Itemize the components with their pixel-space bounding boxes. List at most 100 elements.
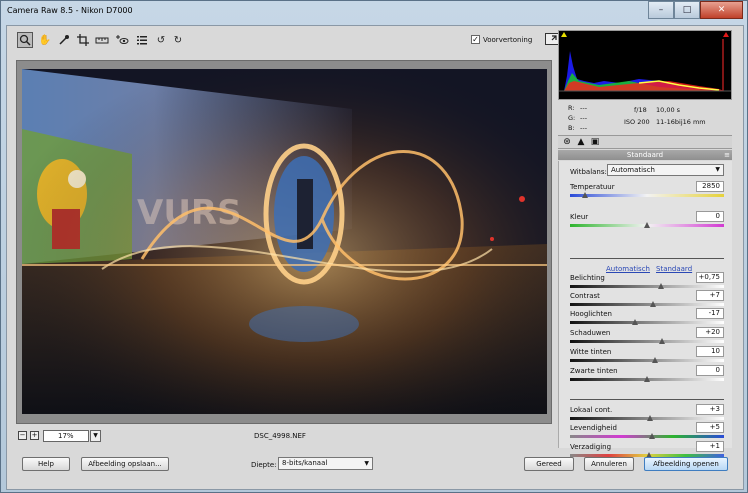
- slider-track[interactable]: [570, 303, 724, 306]
- zoom-in-button[interactable]: +: [30, 431, 39, 440]
- slider-track[interactable]: [570, 435, 724, 438]
- slider-label: Schaduwen: [570, 329, 611, 337]
- zoom-dropdown[interactable]: ▼: [90, 430, 101, 442]
- slider-thumb[interactable]: [650, 301, 657, 307]
- slider-thumb[interactable]: [631, 319, 638, 325]
- white-balance-select[interactable]: Automatisch ▼: [607, 164, 724, 176]
- slider-label: Witte tinten: [570, 348, 612, 356]
- slider-value-field[interactable]: +5: [696, 422, 724, 433]
- r-value: ---: [580, 104, 588, 112]
- window-controls: – □ ✕: [648, 1, 743, 19]
- slider-value-field[interactable]: 10: [696, 346, 724, 357]
- aperture-value: f/18: [634, 106, 647, 114]
- depth-value: 8-bits/kanaal: [282, 459, 328, 467]
- hand-icon[interactable]: ✋: [37, 32, 53, 48]
- slider-track[interactable]: [570, 285, 724, 288]
- slider-thumb[interactable]: [651, 357, 658, 363]
- maximize-button[interactable]: □: [674, 1, 700, 19]
- r-label: R:: [568, 104, 575, 112]
- panel-title: Standaard: [626, 151, 664, 159]
- red-eye-icon[interactable]: [114, 32, 130, 48]
- lens-value: 11-16bij16 mm: [656, 118, 706, 126]
- white-balance-label: Witbalans:: [570, 168, 607, 176]
- slider-label: Temperatuur: [570, 183, 615, 191]
- presets-list-icon[interactable]: [134, 32, 150, 48]
- zoom-level-field[interactable]: 17%: [43, 430, 89, 442]
- zoom-icon[interactable]: [17, 32, 33, 48]
- detail-icon[interactable]: ▣: [589, 137, 601, 148]
- slider-track[interactable]: [570, 340, 724, 343]
- auto-link[interactable]: Automatisch: [606, 265, 650, 273]
- slider-thumb[interactable]: [657, 283, 664, 289]
- canvas-status-bar: − + 17% ▼ DSC_4998.NEF: [16, 430, 552, 444]
- rotate-right-icon[interactable]: ↻: [170, 32, 186, 48]
- help-button[interactable]: Help: [22, 457, 70, 471]
- section-divider: [570, 258, 724, 259]
- slider-value-field[interactable]: 0: [696, 365, 724, 376]
- slider-thumb[interactable]: [644, 222, 650, 228]
- slider-value-field[interactable]: +0,75: [696, 272, 724, 283]
- preview-checkbox[interactable]: ✓ Voorvertoning: [471, 35, 532, 44]
- slider-thumb[interactable]: [644, 376, 650, 382]
- slider-track[interactable]: [570, 359, 724, 362]
- straighten-icon[interactable]: [94, 32, 110, 48]
- panel-header: Standaard ≡: [558, 150, 732, 160]
- slider-track[interactable]: [570, 194, 724, 197]
- maximize-icon: □: [682, 5, 692, 15]
- slider-thumb[interactable]: [659, 338, 666, 344]
- slider-thumb[interactable]: [648, 433, 655, 439]
- slider-zwarte-tinten: Zwarte tinten 0: [570, 365, 724, 386]
- chevron-down-icon: ▼: [364, 460, 369, 467]
- slider-kleur: Kleur 0: [570, 211, 724, 232]
- minimize-button[interactable]: –: [648, 1, 674, 19]
- chevron-down-icon: ▼: [715, 166, 720, 173]
- depth-select[interactable]: 8-bits/kanaal ▼: [278, 457, 373, 470]
- shadow-clip-warning-icon[interactable]: [561, 32, 567, 37]
- white-balance-value: Automatisch: [611, 166, 655, 174]
- default-link[interactable]: Standaard: [656, 265, 692, 273]
- adjustments-panel: R: --- G: --- B: --- f/18 10,00 s ISO 20…: [558, 30, 743, 458]
- window-title: Camera Raw 8.5 - Nikon D7000: [7, 6, 133, 15]
- image-canvas[interactable]: VURS: [16, 60, 552, 424]
- slider-thumb[interactable]: [647, 415, 654, 421]
- slider-value-field[interactable]: 0: [696, 211, 724, 222]
- crop-icon[interactable]: [75, 32, 91, 48]
- close-button[interactable]: ✕: [700, 1, 743, 19]
- section-divider: [570, 399, 724, 400]
- fullscreen-icon[interactable]: [545, 33, 559, 45]
- dialog-footer: Help Afbeelding opslaan... Diepte: 8-bit…: [7, 450, 745, 490]
- slider-thumb[interactable]: [582, 192, 589, 198]
- minimize-icon: –: [658, 5, 664, 15]
- g-value: ---: [580, 114, 588, 122]
- histogram: [558, 30, 732, 100]
- rotate-left-icon[interactable]: ↺: [153, 32, 169, 48]
- basic-icon[interactable]: ⊛: [561, 137, 573, 148]
- panel-menu-icon[interactable]: ≡: [724, 150, 730, 160]
- white-balance-icon[interactable]: [56, 32, 72, 48]
- image-filename: DSC_4998.NEF: [254, 432, 306, 440]
- slider-value-field[interactable]: +20: [696, 327, 724, 338]
- open-image-button[interactable]: Afbeelding openen: [644, 457, 728, 471]
- zoom-out-button[interactable]: −: [18, 431, 27, 440]
- chevron-down-icon: ▼: [93, 432, 98, 439]
- save-image-button[interactable]: Afbeelding opslaan...: [81, 457, 169, 471]
- slider-label: Zwarte tinten: [570, 367, 618, 375]
- iso-value: ISO 200: [624, 118, 650, 126]
- panel-tabs: ⊛ ▲ ▣: [558, 135, 732, 149]
- done-button[interactable]: Gereed: [524, 457, 574, 471]
- g-label: G:: [568, 114, 576, 122]
- tone-curve-icon[interactable]: ▲: [575, 137, 587, 148]
- b-value: ---: [580, 124, 588, 132]
- preview-label: Voorvertoning: [483, 35, 533, 44]
- slider-track[interactable]: [570, 321, 724, 324]
- preview-checkbox-box[interactable]: ✓: [471, 35, 480, 44]
- slider-value-field[interactable]: +3: [696, 404, 724, 415]
- slider-value-field[interactable]: 2850: [696, 181, 724, 192]
- slider-value-field[interactable]: +7: [696, 290, 724, 301]
- slider-value-field[interactable]: -17: [696, 308, 724, 319]
- slider-label: Contrast: [570, 292, 600, 300]
- cancel-button[interactable]: Annuleren: [584, 457, 634, 471]
- highlight-clip-warning-icon[interactable]: [723, 32, 729, 37]
- depth-label: Diepte:: [251, 461, 277, 469]
- title-bar: Camera Raw 8.5 - Nikon D7000 – □ ✕: [1, 1, 747, 23]
